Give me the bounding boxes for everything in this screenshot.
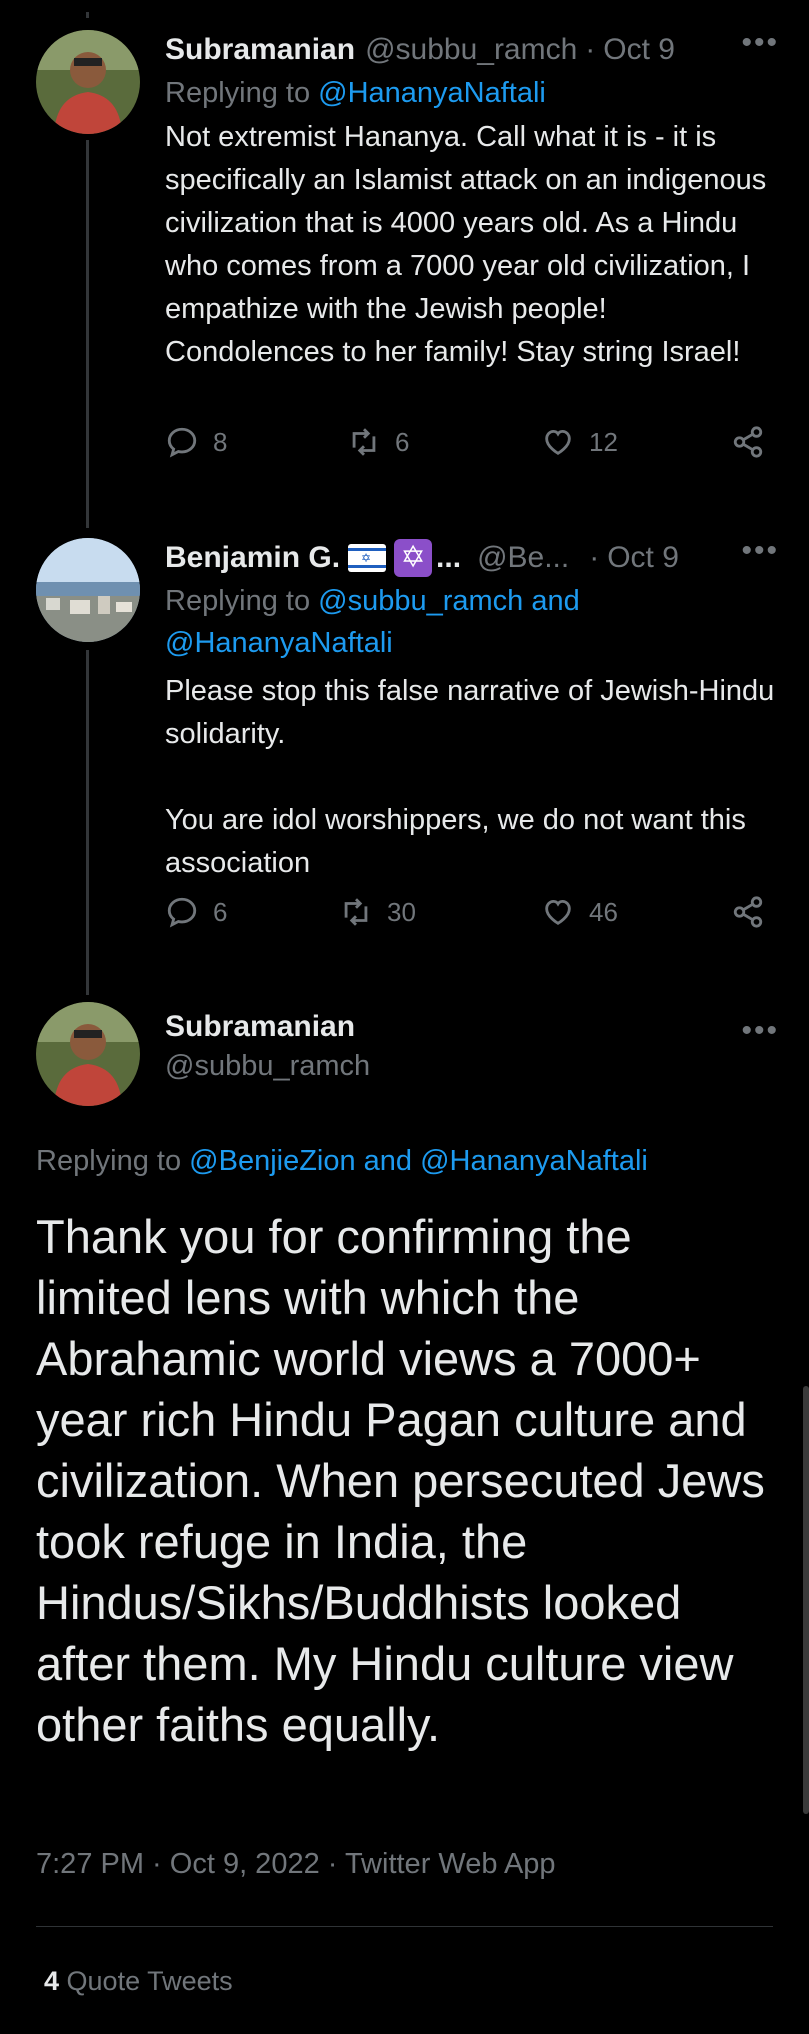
thread-line-top — [86, 12, 89, 18]
retweet-button[interactable]: 30 — [339, 895, 416, 929]
more-icon[interactable]: ••• — [741, 1014, 779, 1048]
reply-icon — [167, 427, 197, 458]
retweet-icon — [344, 898, 368, 926]
reply-count: 8 — [213, 426, 228, 457]
mention-link[interactable]: @HananyaNaftali — [318, 77, 546, 109]
quote-tweets-link[interactable]: 4 Quote Tweets — [44, 1966, 233, 1997]
like-count: 12 — [589, 426, 618, 457]
replying-prefix: Replying to — [165, 585, 319, 617]
author-name[interactable]: Benjamin G. — [165, 538, 340, 578]
israel-flag-icon: ✡ — [348, 544, 387, 572]
separator-dot: · — [589, 541, 600, 574]
like-button[interactable]: 12 — [541, 425, 618, 459]
name-ellipsis: ... — [436, 541, 462, 574]
retweet-button[interactable]: 6 — [347, 425, 409, 459]
share-icon — [733, 426, 763, 458]
replying-to: Replying to @BenjieZion and @HananyaNaft… — [36, 1140, 648, 1182]
like-count: 46 — [589, 896, 618, 927]
tweet-text: Not extremist Hananya. Call what it is -… — [165, 121, 767, 368]
author-handle[interactable]: @Be... — [477, 538, 569, 578]
main-tweet-text: Thank you for confirming the limited len… — [36, 1210, 765, 1751]
divider — [36, 1926, 773, 1927]
retweet-count: 30 — [387, 896, 416, 927]
avatar[interactable] — [36, 30, 140, 134]
scrollbar[interactable] — [803, 1386, 809, 1814]
replying-prefix: Replying to — [36, 1145, 190, 1177]
replying-to: Replying to @subbu_ramch and @HananyaNaf… — [165, 580, 779, 664]
star-of-david-icon: ✡ — [394, 539, 433, 577]
retweet-icon — [352, 428, 376, 456]
avatar[interactable] — [36, 538, 140, 642]
tweet[interactable]: Benjamin G. ✡ ✡ ... @Be... · Oct 9 ••• R… — [36, 534, 779, 978]
separator-dot: · — [585, 33, 596, 66]
tweet-text-paragraph: You are idol worshippers, we do not want… — [165, 804, 746, 879]
reply-icon — [167, 897, 197, 928]
heart-icon — [545, 429, 571, 455]
tweet-meta[interactable]: 7:27 PM · Oct 9, 2022 · Twitter Web App — [36, 1848, 556, 1881]
main-tweet: Subramanian @subbu_ramch ••• Replying to… — [36, 1002, 779, 2002]
share-button[interactable] — [731, 425, 765, 459]
author-handle[interactable]: @subbu_ramch — [165, 1050, 370, 1083]
reply-count: 6 — [213, 896, 228, 927]
replying-prefix: Replying to — [165, 77, 319, 109]
mention-link[interactable]: @BenjieZion and @HananyaNaftali — [189, 1145, 648, 1177]
author-name[interactable]: Subramanian — [165, 1010, 370, 1044]
reply-button[interactable]: 6 — [165, 895, 227, 929]
tweet-time[interactable]: Oct 9 — [603, 30, 675, 70]
replying-to: Replying to @HananyaNaftali — [165, 72, 779, 114]
like-button[interactable]: 46 — [541, 895, 618, 929]
share-icon — [733, 896, 763, 928]
more-icon[interactable]: ••• — [741, 26, 779, 60]
tweet-text-paragraph: Please stop this false narrative of Jewi… — [165, 675, 775, 750]
reply-button[interactable]: 8 — [165, 425, 227, 459]
quote-count: 4 — [44, 1966, 60, 1996]
retweet-count: 6 — [395, 426, 410, 457]
tweet[interactable]: Subramanian @subbu_ramch · Oct 9 ••• Rep… — [36, 26, 779, 500]
share-button[interactable] — [731, 895, 765, 929]
tweet-time[interactable]: Oct 9 — [607, 538, 679, 578]
quote-label: Quote Tweets — [59, 1966, 233, 1996]
more-icon[interactable]: ••• — [741, 534, 779, 568]
tweet-text: Please stop this false narrative of Jewi… — [165, 670, 779, 885]
author-name[interactable]: Subramanian — [165, 30, 355, 70]
avatar[interactable] — [36, 1002, 140, 1106]
heart-icon — [545, 899, 571, 925]
author-handle[interactable]: @subbu_ramch — [365, 30, 577, 70]
